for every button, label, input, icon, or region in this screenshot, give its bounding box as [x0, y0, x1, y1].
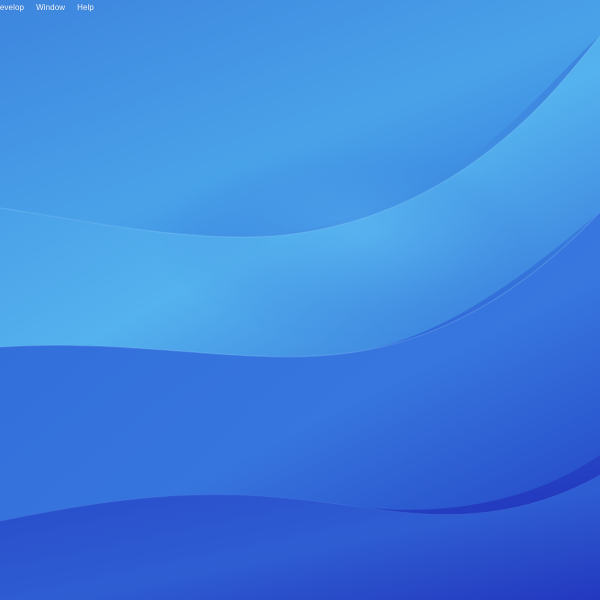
menu-develop[interactable]: Develop [0, 0, 24, 16]
menu-window[interactable]: Window [36, 0, 65, 16]
menu-help[interactable]: Help [77, 0, 94, 16]
menu-bar: Develop Window Help [0, 0, 600, 16]
desktop: Develop Window Help [0, 0, 600, 600]
desktop-wallpaper [0, 0, 600, 600]
